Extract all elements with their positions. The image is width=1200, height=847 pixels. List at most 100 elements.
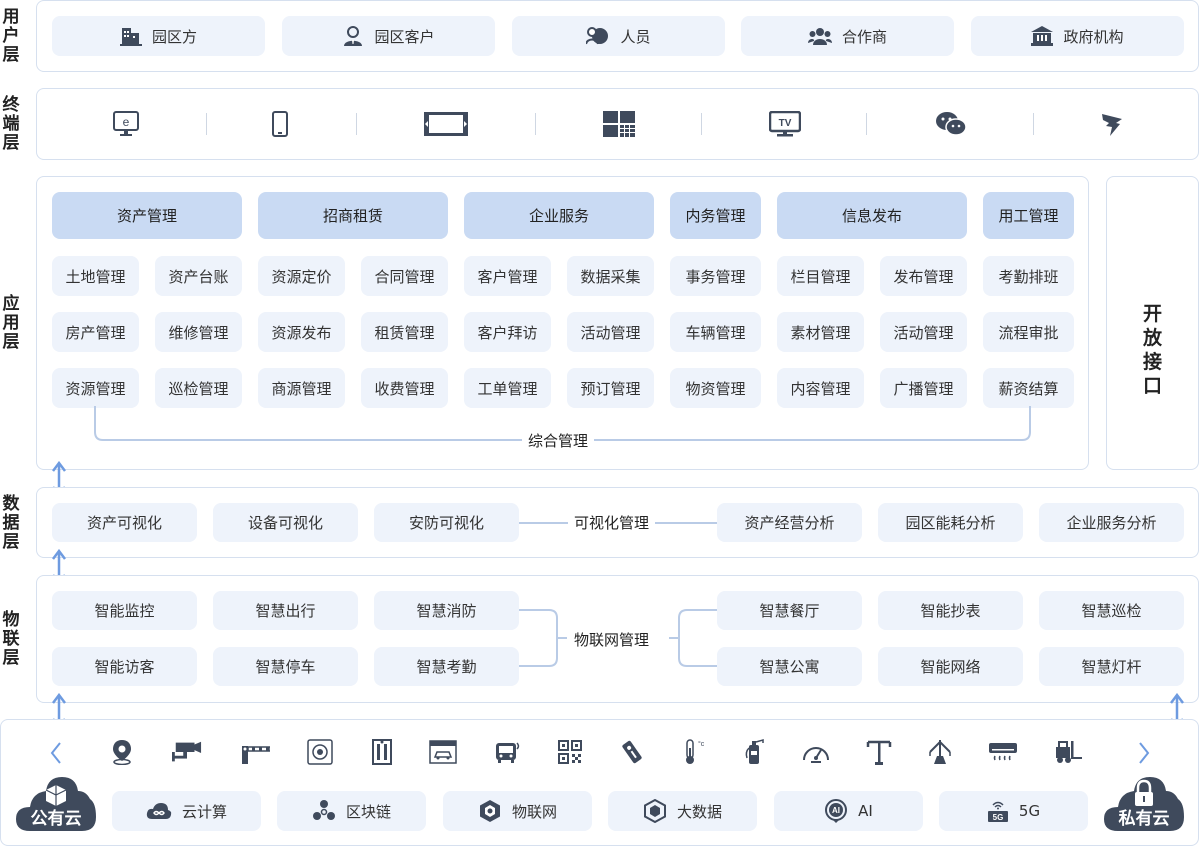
app-head-internal[interactable]: 内务管理: [670, 192, 761, 239]
app-head-asset[interactable]: 资产管理: [52, 192, 242, 239]
fire-extinguisher-icon: [740, 737, 770, 767]
app-item[interactable]: 维修管理: [155, 312, 242, 352]
service-chip-label: 5G: [1018, 802, 1041, 820]
app-item[interactable]: 巡检管理: [155, 368, 242, 408]
carousel-prev-icon[interactable]: [46, 739, 66, 767]
private-cloud-badge[interactable]: 私有云: [1104, 773, 1184, 833]
svg-text:e: e: [123, 115, 130, 129]
app-item[interactable]: 活动管理: [567, 312, 654, 352]
iot-chip[interactable]: 智慧出行: [213, 591, 358, 630]
app-head-leasing[interactable]: 招商租赁: [258, 192, 448, 239]
app-item[interactable]: 客户管理: [464, 256, 551, 296]
user-chip-staff[interactable]: 人员: [512, 16, 725, 56]
svg-text:5G: 5G: [993, 813, 1004, 822]
tv-icon: TV: [769, 108, 801, 140]
barrier-gate-icon: [240, 737, 270, 767]
iot-chip[interactable]: 智能监控: [52, 591, 197, 630]
app-item[interactable]: 资产台账: [155, 256, 242, 296]
user-chip-partner[interactable]: 合作商: [741, 16, 954, 56]
iot-chip[interactable]: 智慧公寓: [717, 647, 862, 686]
svg-text:AI: AI: [832, 806, 840, 815]
iot-chip[interactable]: 智慧停车: [213, 647, 358, 686]
data-chip-asset-visual[interactable]: 资产可视化: [52, 503, 197, 542]
app-item[interactable]: 资源定价: [258, 256, 345, 296]
app-item[interactable]: 资源发布: [258, 312, 345, 352]
service-chip-5g[interactable]: 5G 5G: [939, 791, 1088, 831]
service-chip-iot[interactable]: 物联网: [443, 791, 592, 831]
divider: [1033, 113, 1034, 135]
service-chip-ai[interactable]: AI AI: [774, 791, 923, 831]
blockchain-icon: [312, 799, 336, 823]
app-item[interactable]: 广播管理: [880, 368, 967, 408]
iot-chip[interactable]: 智能访客: [52, 647, 197, 686]
app-item[interactable]: 事务管理: [670, 256, 761, 296]
app-item[interactable]: 素材管理: [777, 312, 864, 352]
video-wall-icon: [603, 108, 635, 140]
user-chip-park-owner[interactable]: 园区方: [52, 16, 265, 56]
app-item[interactable]: 租赁管理: [361, 312, 448, 352]
user-chip-label: 合作商: [841, 27, 887, 46]
user-chip-label: 园区客户: [374, 27, 435, 46]
app-head-info[interactable]: 信息发布: [777, 192, 967, 239]
user-chip-park-customer[interactable]: 园区客户: [282, 16, 495, 56]
forklift-icon: [1053, 737, 1083, 767]
app-item[interactable]: 土地管理: [52, 256, 139, 296]
app-item[interactable]: 工单管理: [464, 368, 551, 408]
app-item[interactable]: 栏目管理: [777, 256, 864, 296]
app-item[interactable]: 流程审批: [983, 312, 1074, 352]
data-chip-energy-analysis[interactable]: 园区能耗分析: [878, 503, 1023, 542]
divider: [206, 113, 207, 135]
app-item[interactable]: 合同管理: [361, 256, 448, 296]
thermometer-icon: °c: [677, 737, 707, 767]
data-chip-security-visual[interactable]: 安防可视化: [374, 503, 519, 542]
service-chip-blockchain[interactable]: 区块链: [277, 791, 426, 831]
service-chip-big-data[interactable]: 大数据: [608, 791, 757, 831]
data-chip-device-visual[interactable]: 设备可视化: [213, 503, 358, 542]
user-chip-government[interactable]: 政府机构: [971, 16, 1184, 56]
app-item[interactable]: 薪资结算: [983, 368, 1074, 408]
iot-chip[interactable]: 智慧考勤: [374, 647, 519, 686]
screen-icon: [423, 108, 469, 140]
user-chip-label: 园区方: [151, 27, 197, 46]
public-cloud-badge[interactable]: 公有云: [16, 773, 96, 833]
app-item[interactable]: 预订管理: [567, 368, 654, 408]
app-item[interactable]: 客户拜访: [464, 312, 551, 352]
public-cloud-label: 公有云: [30, 809, 82, 829]
camera-icon: [172, 737, 202, 767]
people-talk-icon: [586, 25, 610, 47]
data-chip-enterprise-analysis[interactable]: 企业服务分析: [1039, 503, 1184, 542]
iot-chip[interactable]: 智慧餐厅: [717, 591, 862, 630]
app-item[interactable]: 内容管理: [777, 368, 864, 408]
layer-label-iot: 物联层: [2, 609, 20, 668]
iot-chip[interactable]: 智慧灯杆: [1039, 647, 1184, 686]
layer-label-user: 用户层: [2, 6, 20, 65]
service-chip-label: 云计算: [181, 802, 227, 821]
smart-lock-icon: [617, 737, 647, 767]
app-item[interactable]: 房产管理: [52, 312, 139, 352]
app-item[interactable]: 发布管理: [880, 256, 967, 296]
iot-chip[interactable]: 智能网络: [878, 647, 1023, 686]
5g-icon: 5G: [987, 799, 1009, 823]
app-item[interactable]: 收费管理: [361, 368, 448, 408]
app-item[interactable]: 活动管理: [880, 312, 967, 352]
location-icon: [107, 737, 137, 767]
ai-icon: AI: [824, 799, 848, 823]
app-item[interactable]: 资源管理: [52, 368, 139, 408]
access-gate-icon: [367, 737, 397, 767]
app-item[interactable]: 考勤排班: [983, 256, 1074, 296]
app-item[interactable]: 车辆管理: [670, 312, 761, 352]
app-item[interactable]: 商源管理: [258, 368, 345, 408]
service-chip-cloud-computing[interactable]: 云计算: [112, 791, 261, 831]
app-item[interactable]: 数据采集: [567, 256, 654, 296]
person-tie-icon: [342, 25, 364, 47]
service-chip-label: AI: [858, 802, 873, 820]
iot-chip[interactable]: 智慧消防: [374, 591, 519, 630]
data-chip-asset-analysis[interactable]: 资产经营分析: [717, 503, 862, 542]
app-head-enterprise[interactable]: 企业服务: [464, 192, 654, 239]
carousel-next-icon[interactable]: [1134, 739, 1154, 767]
iot-chip[interactable]: 智能抄表: [878, 591, 1023, 630]
app-item[interactable]: 物资管理: [670, 368, 761, 408]
iot-chip[interactable]: 智慧巡检: [1039, 591, 1184, 630]
layer-label-data: 数据层: [2, 493, 20, 552]
app-head-labor[interactable]: 用工管理: [983, 192, 1074, 239]
